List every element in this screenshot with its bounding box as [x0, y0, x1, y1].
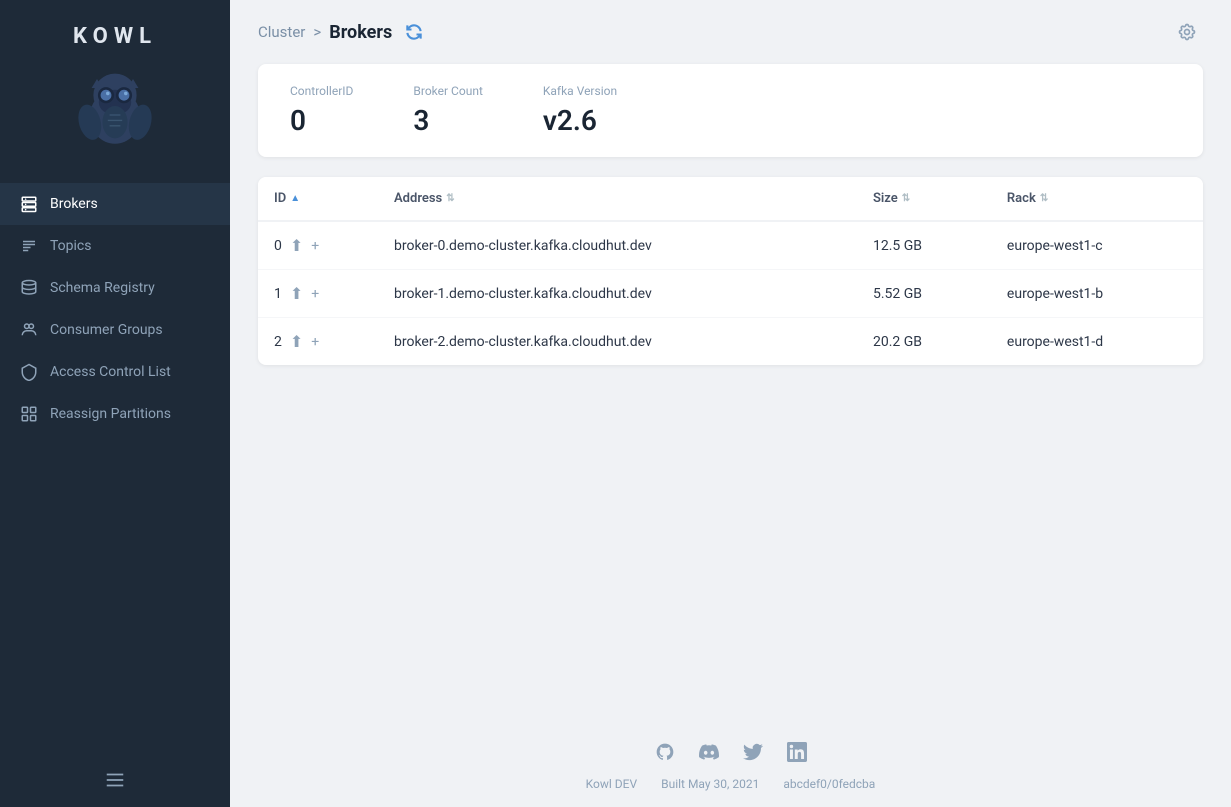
twitter-icon[interactable] [743, 742, 763, 767]
sidebar-item-label: Topics [50, 238, 91, 254]
logo-mascot [70, 61, 160, 151]
footer-text: Kowl DEV Built May 30, 2021 abcdef0/0fed… [586, 777, 876, 791]
brokers-table: ID ▲ Address ⇅ Size ⇅ [258, 177, 1203, 365]
cell-rack: europe-west1-b [991, 270, 1203, 318]
cell-size: 5.52 GB [857, 270, 991, 318]
footer-build-date: Built May 30, 2021 [661, 777, 759, 791]
stat-broker-count: Broker Count 3 [413, 84, 482, 137]
main-content: Cluster > Brokers ControllerID 0 Broker … [230, 0, 1231, 807]
upload-icon[interactable]: ⬆ [290, 284, 303, 303]
cell-address: broker-0.demo-cluster.kafka.cloudhut.dev [378, 221, 857, 270]
access-control-icon [20, 363, 38, 381]
footer: Kowl DEV Built May 30, 2021 abcdef0/0fed… [230, 718, 1231, 807]
col-header-rack[interactable]: Rack ⇅ [991, 177, 1203, 221]
col-header-size[interactable]: Size ⇅ [857, 177, 991, 221]
settings-button[interactable] [1171, 16, 1203, 48]
breadcrumb: Cluster > Brokers [258, 18, 428, 46]
cell-id: 1 ⬆ + [258, 270, 378, 318]
stat-controller-id: ControllerID 0 [290, 84, 353, 137]
sort-icon-address: ⇅ [446, 193, 454, 204]
table-row[interactable]: 1 ⬆ + broker-1.demo-cluster.kafka.cloudh… [258, 270, 1203, 318]
cell-size: 20.2 GB [857, 318, 991, 366]
expand-icon[interactable]: + [311, 286, 319, 302]
table-row[interactable]: 0 ⬆ + broker-0.demo-cluster.kafka.cloudh… [258, 221, 1203, 270]
cell-address: broker-2.demo-cluster.kafka.cloudhut.dev [378, 318, 857, 366]
sort-icon-id: ▲ [290, 193, 300, 204]
consumer-groups-icon [20, 321, 38, 339]
schema-registry-icon [20, 279, 38, 297]
sidebar-item-brokers[interactable]: Brokers [0, 183, 230, 225]
stats-card: ControllerID 0 Broker Count 3 Kafka Vers… [258, 64, 1203, 157]
top-bar: Cluster > Brokers [230, 0, 1231, 64]
github-icon[interactable] [655, 742, 675, 767]
stat-kafka-version-label: Kafka Version [543, 84, 617, 98]
stat-kafka-version: Kafka Version v2.6 [543, 84, 617, 137]
breadcrumb-separator: > [313, 23, 321, 41]
sort-icon-size: ⇅ [902, 193, 910, 204]
sidebar: KOWL [0, 0, 230, 807]
refresh-button[interactable] [400, 18, 428, 46]
upload-icon[interactable]: ⬆ [290, 236, 303, 255]
discord-icon[interactable] [699, 742, 719, 767]
sidebar-item-access-control-list[interactable]: Access Control List [0, 351, 230, 393]
cell-rack: europe-west1-c [991, 221, 1203, 270]
linkedin-icon[interactable] [787, 742, 807, 767]
footer-commit: abcdef0/0fedcba [783, 777, 875, 791]
sidebar-item-topics[interactable]: Topics [0, 225, 230, 267]
expand-icon[interactable]: + [311, 238, 319, 254]
reassign-partitions-icon [20, 405, 38, 423]
table-body: 0 ⬆ + broker-0.demo-cluster.kafka.cloudh… [258, 221, 1203, 365]
logo-area: KOWL [0, 0, 230, 167]
nav-menu: Brokers Topics Schema Registry C [0, 167, 230, 753]
col-header-address[interactable]: Address ⇅ [378, 177, 857, 221]
sidebar-item-label: Access Control List [50, 364, 171, 380]
stat-controller-id-label: ControllerID [290, 84, 353, 98]
cell-id: 2 ⬆ + [258, 318, 378, 366]
stat-controller-id-value: 0 [290, 104, 353, 137]
sidebar-item-label: Consumer Groups [50, 322, 163, 338]
breadcrumb-current: Brokers [329, 22, 392, 43]
cell-address: broker-1.demo-cluster.kafka.cloudhut.dev [378, 270, 857, 318]
table-row[interactable]: 2 ⬆ + broker-2.demo-cluster.kafka.cloudh… [258, 318, 1203, 366]
menu-icon[interactable] [104, 769, 126, 791]
logo-text: KOWL [73, 24, 157, 49]
stat-kafka-version-value: v2.6 [543, 104, 617, 137]
expand-icon[interactable]: + [311, 334, 319, 350]
cell-size: 12.5 GB [857, 221, 991, 270]
stat-broker-count-value: 3 [413, 104, 482, 137]
col-header-id[interactable]: ID ▲ [258, 177, 378, 221]
sidebar-item-label: Reassign Partitions [50, 406, 171, 422]
footer-app-name: Kowl DEV [586, 777, 637, 791]
refresh-icon [404, 22, 424, 42]
settings-icon [1177, 22, 1197, 42]
upload-icon[interactable]: ⬆ [290, 332, 303, 351]
sidebar-item-schema-registry[interactable]: Schema Registry [0, 267, 230, 309]
sidebar-item-label: Brokers [50, 196, 98, 212]
cell-rack: europe-west1-d [991, 318, 1203, 366]
stat-broker-count-label: Broker Count [413, 84, 482, 98]
sidebar-item-consumer-groups[interactable]: Consumer Groups [0, 309, 230, 351]
brokers-icon [20, 195, 38, 213]
footer-icons [655, 742, 807, 767]
cell-id: 0 ⬆ + [258, 221, 378, 270]
topics-icon [20, 237, 38, 255]
sidebar-item-reassign-partitions[interactable]: Reassign Partitions [0, 393, 230, 435]
table-card: ID ▲ Address ⇅ Size ⇅ [258, 177, 1203, 365]
breadcrumb-parent[interactable]: Cluster [258, 23, 305, 41]
sort-icon-rack: ⇅ [1040, 193, 1048, 204]
sidebar-footer [0, 753, 230, 807]
sidebar-item-label: Schema Registry [50, 280, 155, 296]
